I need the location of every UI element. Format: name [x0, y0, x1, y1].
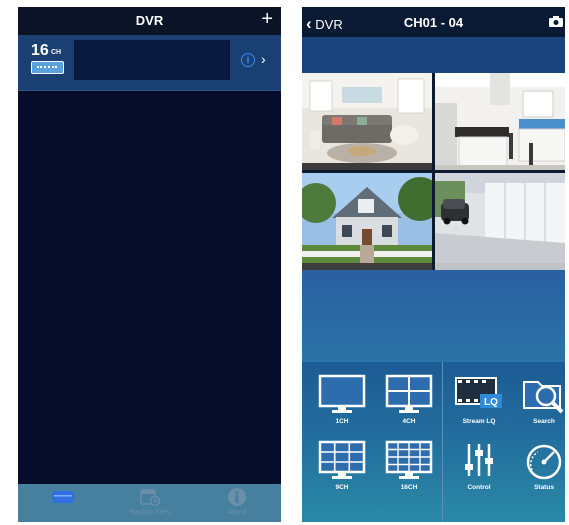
tab-about[interactable]: About: [197, 487, 277, 516]
16ch-label: 16CH: [400, 484, 418, 491]
nav-bar: DVR +: [18, 7, 281, 35]
sixteen-view-icon: [385, 440, 433, 479]
device-name-field: [74, 40, 230, 80]
camera-tile-kitchen[interactable]: [435, 73, 565, 170]
16ch-button[interactable]: 16CH: [379, 440, 439, 491]
panel-divider: [442, 362, 443, 522]
dvr-list-screen: DVR + 16 CH i › Backup Files About: [18, 7, 281, 522]
control-panel: 1CH 4CH LQ Stream LQ Search 9CH 16CH Con…: [302, 362, 565, 522]
status-label: Status: [534, 484, 554, 491]
lq-badge: LQ: [484, 397, 498, 408]
4ch-label: 4CH: [402, 418, 416, 425]
dvr-box-icon: [31, 61, 64, 74]
search-button[interactable]: Search: [514, 374, 565, 425]
nav-bar: ‹ DVR CH01 - 04: [302, 7, 565, 37]
channel-unit: CH: [51, 49, 62, 56]
camera-tile-living-room[interactable]: [302, 73, 432, 170]
1ch-label: 1CH: [335, 418, 349, 425]
control-sliders-icon: [465, 444, 493, 476]
search-label: Search: [533, 418, 555, 425]
header-strip: [302, 37, 565, 73]
stream-lq-button[interactable]: LQ Stream LQ: [449, 374, 509, 425]
dvr-device-icon: [52, 491, 74, 503]
search-folder-icon: [523, 381, 564, 414]
camera-icon[interactable]: [549, 16, 563, 27]
camera-grid: [302, 73, 565, 270]
tab-bar: Backup Files About: [18, 484, 281, 522]
info-icon[interactable]: i: [241, 53, 255, 67]
channel-badge: 16 CH: [28, 42, 68, 82]
chevron-right-icon[interactable]: ›: [261, 51, 266, 67]
empty-area: [302, 270, 565, 362]
9ch-button[interactable]: 9CH: [312, 440, 372, 491]
single-view-icon: [318, 374, 366, 413]
plus-icon[interactable]: +: [261, 8, 273, 30]
nine-view-icon: [318, 440, 366, 479]
tab-backup-files[interactable]: Backup Files: [110, 487, 190, 516]
stream-lq-label: Stream LQ: [462, 418, 496, 425]
status-gauge-icon: [526, 444, 562, 480]
backup-files-icon: [140, 489, 161, 507]
device-row[interactable]: 16 CH i ›: [18, 35, 281, 91]
quad-view-icon: [385, 374, 433, 413]
4ch-button[interactable]: 4CH: [379, 374, 439, 425]
about-icon: [228, 488, 246, 506]
camera-tile-garage[interactable]: [435, 173, 565, 270]
camera-tile-house-exterior[interactable]: [302, 173, 432, 270]
9ch-label: 9CH: [335, 484, 349, 491]
tab-label: Backup Files: [129, 509, 171, 516]
page-title: CH01 - 04: [403, 15, 464, 30]
tab-label: About: [227, 509, 247, 516]
control-button[interactable]: Control: [449, 440, 509, 491]
page-title: DVR: [135, 13, 164, 28]
channel-count: 16: [31, 42, 49, 59]
live-view-screen: ‹ DVR CH01 - 04 1CH 4CH LQ Stream LQ Sea…: [302, 7, 565, 522]
tab-dvr[interactable]: [23, 487, 103, 509]
control-label: Control: [467, 484, 491, 491]
1ch-button[interactable]: 1CH: [312, 374, 372, 425]
status-button[interactable]: Status: [514, 440, 565, 491]
stream-quality-icon: LQ: [455, 377, 502, 408]
